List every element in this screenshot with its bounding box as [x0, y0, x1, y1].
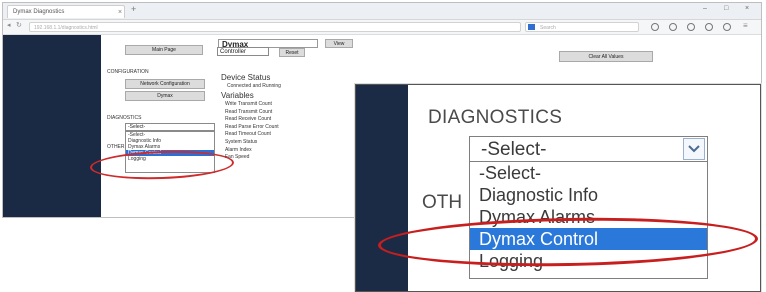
back-icon[interactable]: ◂	[7, 21, 11, 29]
new-tab-icon[interactable]: +	[131, 4, 136, 14]
dropdown-option-select[interactable]: -Select-	[470, 162, 707, 184]
variable-item: Alarm Index	[225, 146, 252, 153]
variable-item: Read Transmit Count	[225, 108, 273, 115]
controller-select[interactable]: Controller	[217, 47, 269, 56]
search-engine-icon	[528, 24, 535, 30]
url-bar[interactable]: 192.168.1.1/diagnostics.html	[29, 22, 521, 32]
network-configuration-button[interactable]: Network Configuration	[125, 79, 205, 89]
variable-item: System Status	[225, 138, 258, 145]
controller-select-value: Controller	[220, 49, 247, 55]
variable-item: Fan Speed	[225, 154, 250, 161]
bookmark-icon[interactable]	[651, 23, 659, 31]
main-page-button[interactable]: Main Page	[125, 45, 203, 55]
variable-item: Read Receive Count	[225, 116, 272, 123]
diagnostics-heading-small: DIAGNOSTICS	[107, 115, 142, 121]
annotation-circle-small	[89, 148, 235, 182]
view-button[interactable]: View	[325, 39, 353, 48]
chevron-down-icon[interactable]	[683, 138, 705, 160]
browser-tab[interactable]: Dymax Diagnostics ×	[7, 5, 125, 18]
close-window-icon[interactable]: ×	[745, 5, 749, 12]
zoom-callout: DIAGNOSTICS -Select- OTH -Select- Diagno…	[355, 84, 761, 292]
addons-icon[interactable]	[723, 23, 731, 31]
configuration-heading: CONFIGURATION	[107, 69, 149, 75]
navigation-bar: ◂ ↻ 192.168.1.1/diagnostics.html Search …	[3, 20, 761, 35]
diagnostics-select-small-value: -Select-	[128, 124, 146, 130]
variables-heading: Variables	[221, 91, 254, 100]
tab-close-icon[interactable]: ×	[118, 6, 122, 19]
minimize-icon[interactable]: –	[703, 5, 707, 12]
tab-bar: Dymax Diagnostics × + – □ ×	[3, 3, 761, 20]
zoom-sidebar-panel	[356, 85, 408, 291]
menu-icon[interactable]: ≡	[743, 21, 748, 30]
library-icon[interactable]	[669, 23, 677, 31]
dymax-config-button[interactable]: Dymax	[125, 91, 205, 101]
other-heading-small: OTHER	[107, 144, 125, 150]
search-bar[interactable]: Search	[525, 22, 639, 32]
home-icon[interactable]	[705, 23, 713, 31]
variable-item: Read Parse Error Count	[225, 123, 279, 130]
variables-list: Write Transmit Count Read Transmit Count…	[225, 101, 279, 162]
variable-item: Read Timeout Count	[225, 131, 271, 138]
device-status-heading: Device Status	[221, 73, 271, 82]
dropdown-option-diagnostic-info[interactable]: Diagnostic Info	[470, 184, 707, 206]
device-status-value: Connected and Running	[227, 83, 281, 89]
sync-icon[interactable]	[687, 23, 695, 31]
left-sidebar-panel	[3, 35, 101, 217]
reset-button[interactable]: Reset	[279, 48, 305, 57]
search-placeholder: Search	[540, 25, 556, 31]
variable-item: Write Transmit Count	[225, 101, 272, 107]
diagnostics-select-value: -Select-	[481, 139, 547, 160]
maximize-icon[interactable]: □	[724, 5, 728, 12]
diagnostics-heading: DIAGNOSTICS	[428, 107, 563, 128]
clear-all-values-button[interactable]: Clear All Values	[559, 51, 653, 62]
reload-icon[interactable]: ↻	[16, 21, 22, 29]
diagnostics-select-small[interactable]: -Select-	[125, 123, 215, 131]
diagnostics-select[interactable]: -Select-	[469, 136, 708, 162]
url-text: 192.168.1.1/diagnostics.html	[34, 25, 98, 31]
other-heading: OTH	[422, 192, 463, 213]
tab-title: Dymax Diagnostics	[13, 9, 65, 15]
